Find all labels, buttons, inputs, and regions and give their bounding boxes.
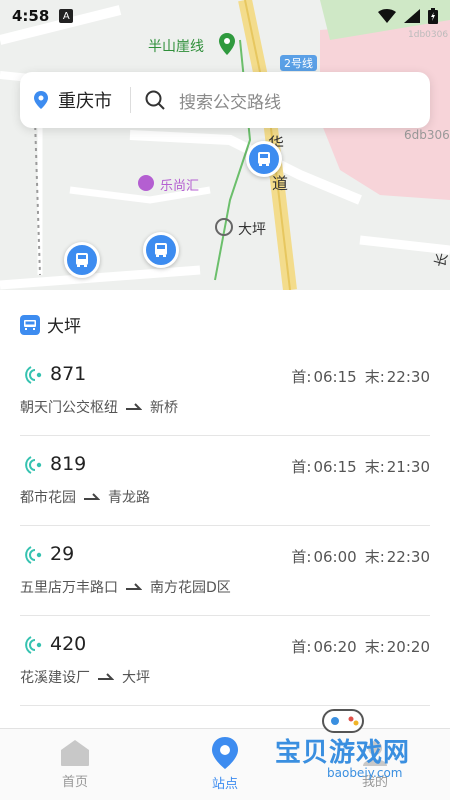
route-direction: 都市花园 青龙路 bbox=[20, 490, 150, 506]
divider bbox=[130, 87, 131, 113]
city-name: 重庆市 bbox=[58, 91, 112, 112]
search-icon bbox=[145, 90, 165, 110]
map-line2-label: 2号线 bbox=[280, 55, 317, 71]
route-item[interactable]: 871 首: 06:15 末: 22:30 朝天门公交枢纽 新桥 bbox=[20, 346, 430, 436]
arrow-right-icon bbox=[98, 673, 114, 680]
app-notification-icon: A bbox=[59, 9, 74, 23]
station-icon bbox=[20, 314, 40, 335]
route-number: 819 bbox=[50, 453, 87, 475]
route-schedule: 首: 06:15 末: 22:30 bbox=[291, 368, 430, 386]
search-input[interactable]: 搜索公交路线 bbox=[145, 88, 281, 113]
route-schedule: 首: 06:15 末: 21:30 bbox=[291, 458, 430, 476]
route-schedule: 首: 06:20 末: 20:20 bbox=[291, 638, 430, 656]
map-code-right-label: 6db306 bbox=[404, 128, 450, 142]
nav-stops-label: 站点 bbox=[211, 777, 238, 792]
station-map-label[interactable]: 大坪 bbox=[238, 219, 266, 239]
route-number: 871 bbox=[50, 363, 87, 385]
status-time: 4:58 bbox=[12, 7, 50, 25]
bus-marker-icon[interactable] bbox=[246, 141, 282, 177]
search-placeholder-text: 搜索公交路线 bbox=[179, 92, 281, 113]
station-header: 大坪 bbox=[20, 312, 81, 337]
watermark: 宝贝游戏网 baobeiy.com bbox=[275, 700, 445, 790]
status-bar: 4:58 A bbox=[0, 0, 450, 32]
route-number: 29 bbox=[50, 543, 75, 565]
route-item[interactable]: 420 首: 06:20 末: 20:20 花溪建设厂 大坪 bbox=[20, 616, 430, 706]
location-pin-icon bbox=[34, 91, 48, 109]
realtime-signal-icon bbox=[25, 456, 42, 474]
signal-icon bbox=[404, 9, 420, 23]
bus-marker-icon[interactable] bbox=[64, 242, 100, 278]
route-list: 871 首: 06:15 末: 22:30 朝天门公交枢纽 新桥 819 首: 06:15… bbox=[20, 346, 430, 706]
search-card: 重庆市 搜索公交路线 bbox=[20, 72, 430, 128]
poi-icon bbox=[138, 175, 154, 191]
arrow-right-icon bbox=[126, 583, 142, 590]
nav-home-label: 首页 bbox=[61, 775, 88, 790]
realtime-signal-icon bbox=[25, 636, 42, 654]
city-selector[interactable]: 重庆市 bbox=[34, 87, 112, 113]
map-pin-icon bbox=[218, 33, 236, 55]
route-direction: 花溪建设厂 大坪 bbox=[20, 670, 150, 686]
station-marker-icon[interactable] bbox=[215, 218, 233, 236]
watermark-text: 宝贝游戏网 bbox=[275, 738, 411, 768]
route-item[interactable]: 819 首: 06:15 末: 21:30 都市花园 青龙路 bbox=[20, 436, 430, 526]
station-name: 大坪 bbox=[47, 317, 81, 337]
route-direction: 五里店万丰路口 南方花园D区 bbox=[20, 580, 231, 596]
arrow-right-icon bbox=[126, 403, 142, 410]
arrow-right-icon bbox=[84, 493, 100, 500]
bus-marker-icon[interactable] bbox=[143, 232, 179, 268]
poi-label[interactable]: 乐尚汇 bbox=[160, 175, 199, 194]
realtime-signal-icon bbox=[25, 546, 42, 564]
route-number: 420 bbox=[50, 633, 87, 655]
map-line-label: 半山崖线 bbox=[148, 39, 204, 55]
route-schedule: 首: 06:00 末: 22:30 bbox=[291, 548, 430, 566]
watermark-url: baobeiy.com bbox=[327, 766, 403, 780]
location-pin-icon bbox=[212, 737, 238, 769]
map-view[interactable]: 半山崖线 2号线 1db0306 6db306 华 道 长 乐尚汇 大坪 bbox=[0, 0, 450, 290]
battery-icon bbox=[428, 8, 438, 24]
wifi-icon bbox=[378, 9, 396, 23]
route-item[interactable]: 29 首: 06:00 末: 22:30 五里店万丰路口 南方花园D区 bbox=[20, 526, 430, 616]
route-direction: 朝天门公交枢纽 新桥 bbox=[20, 400, 178, 416]
home-icon bbox=[61, 740, 89, 766]
nav-home[interactable]: 首页 bbox=[0, 729, 150, 800]
realtime-signal-icon bbox=[25, 366, 42, 384]
